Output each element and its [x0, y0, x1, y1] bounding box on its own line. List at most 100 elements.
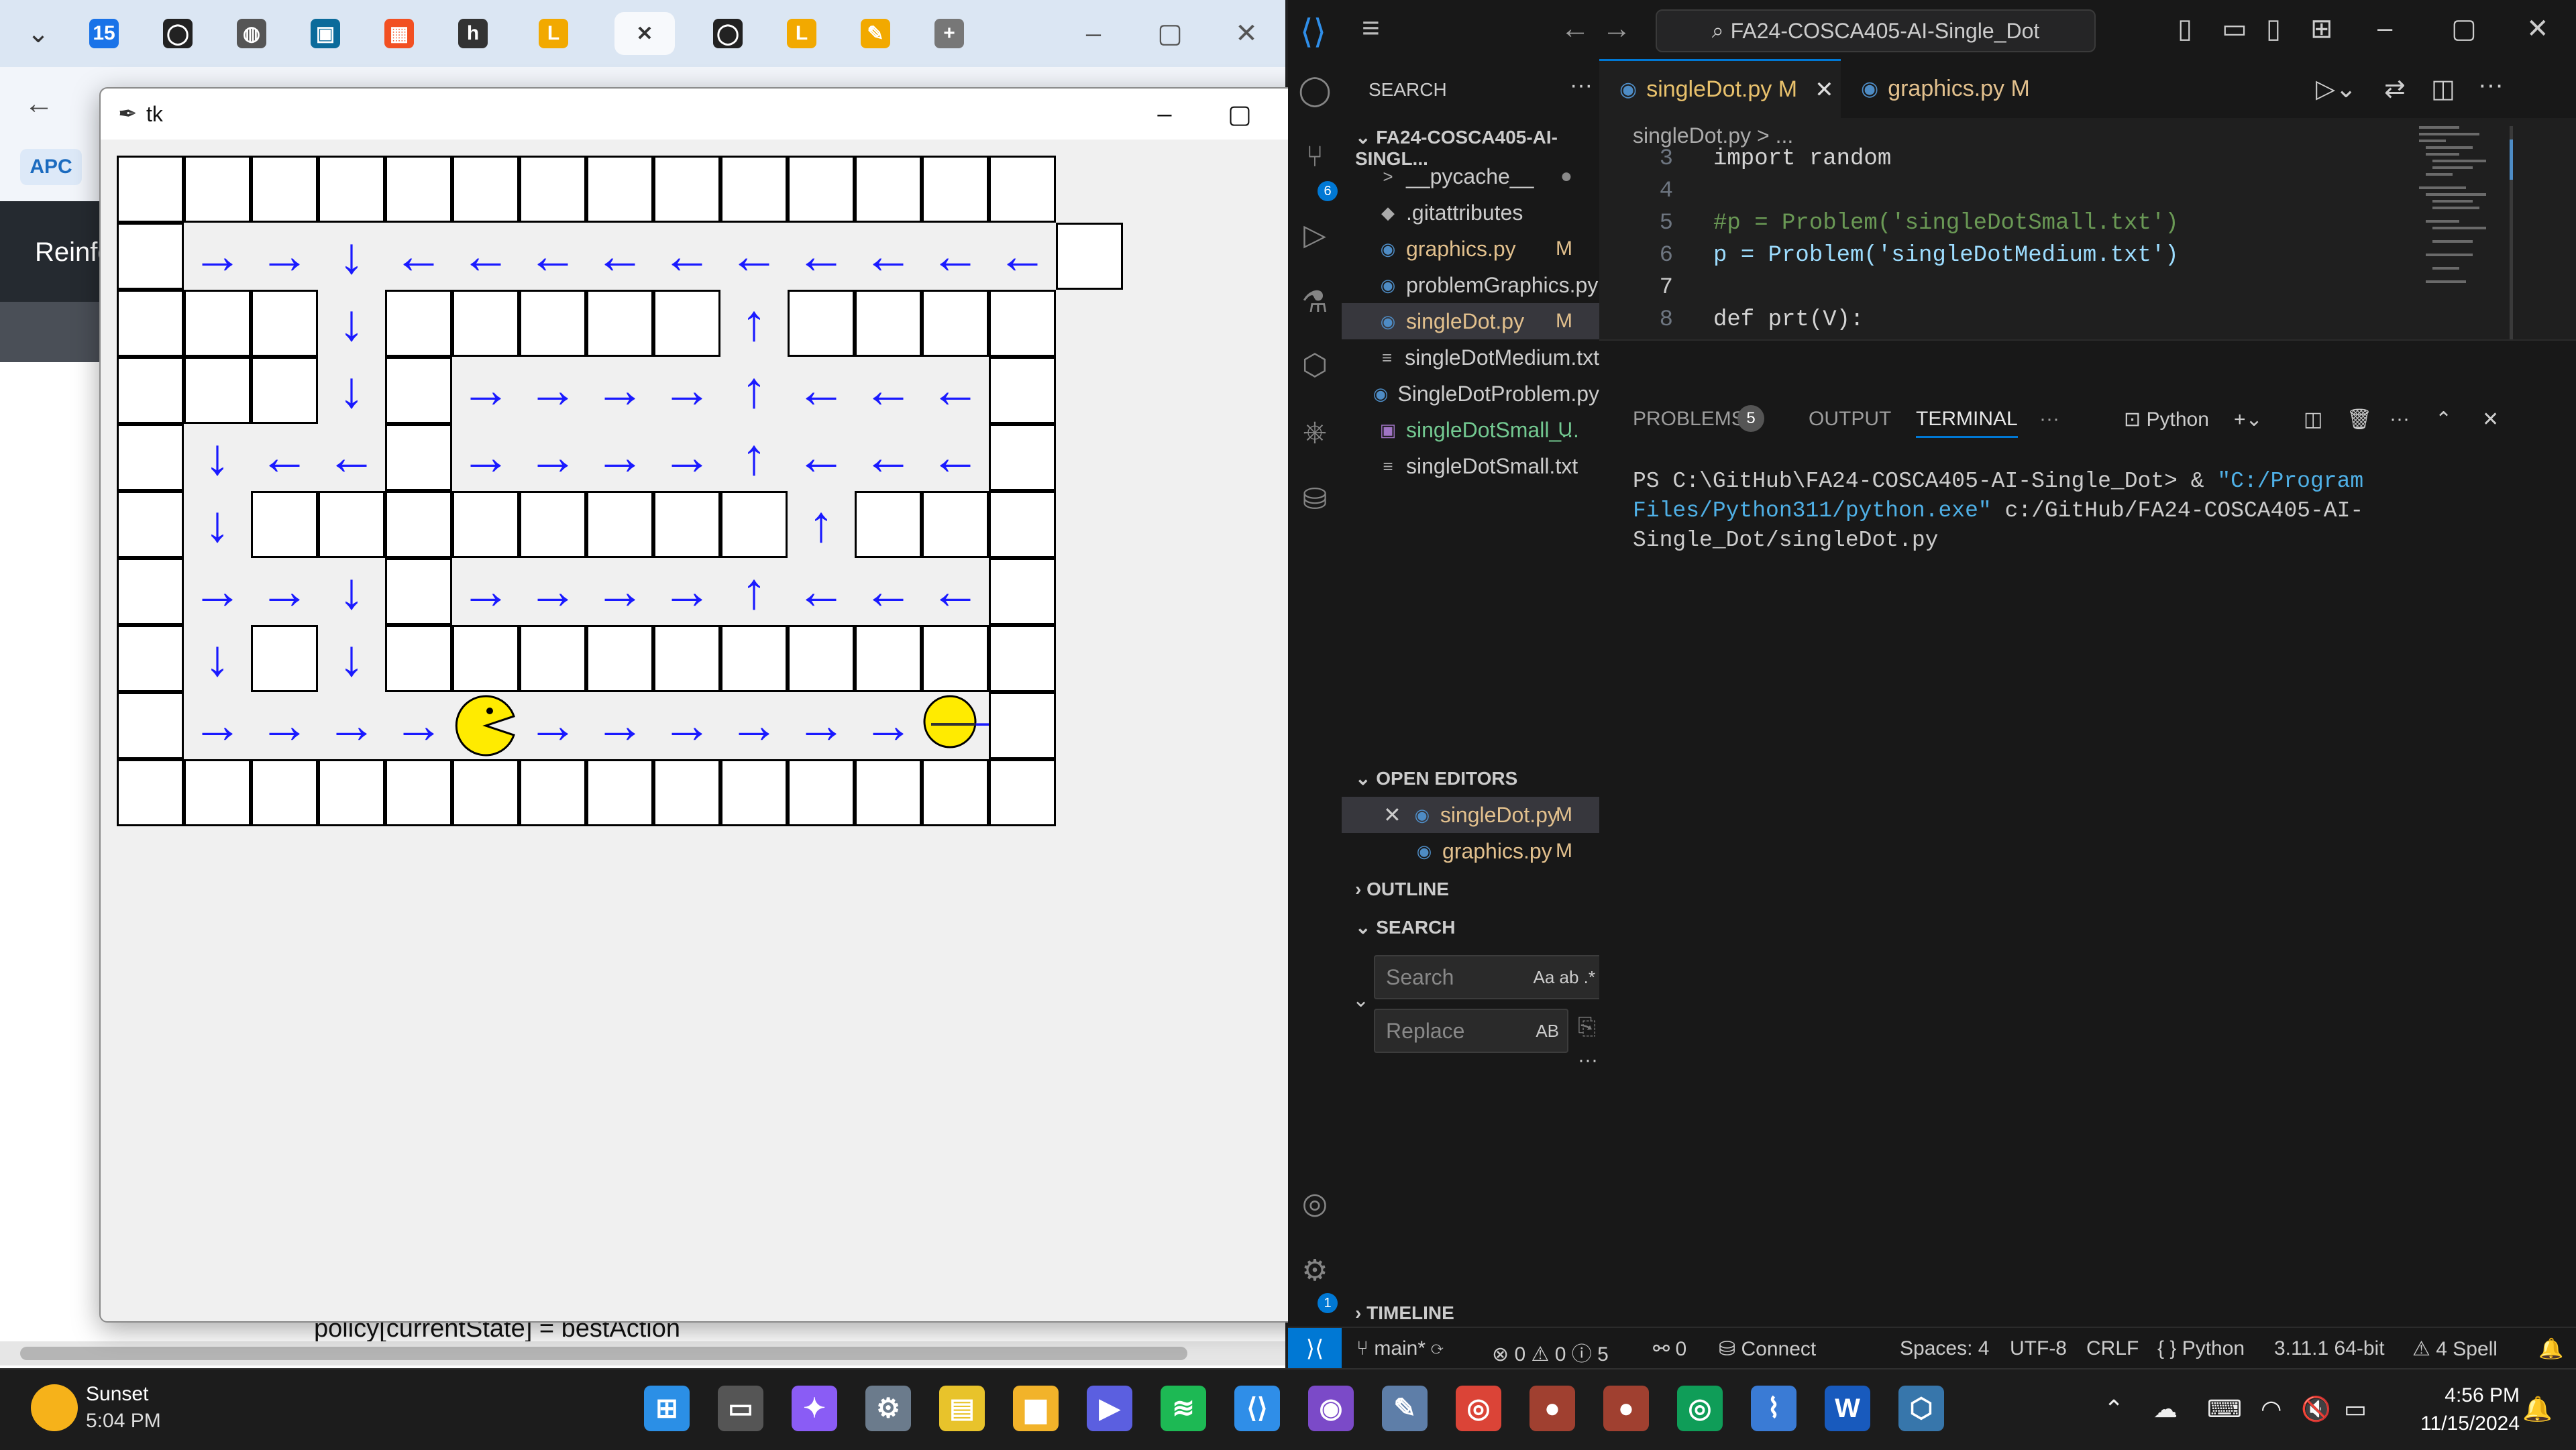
browser-tab[interactable]: ▦ — [369, 12, 429, 55]
weather-sun-icon[interactable] — [31, 1384, 78, 1431]
minimize-button[interactable]: – — [2377, 13, 2392, 44]
bookmark-apc[interactable]: APC — [20, 149, 82, 185]
toggle-panel-icon[interactable]: ▭ — [2222, 13, 2247, 44]
more-panel-tabs-icon[interactable]: ··· — [2039, 408, 2059, 431]
more-terminal-actions-icon[interactable]: ··· — [2390, 408, 2410, 431]
run-debug-icon[interactable]: ▷ — [1297, 217, 1332, 252]
browser-tab[interactable]: ✕ — [614, 12, 675, 55]
sticky-notes-icon[interactable]: ▤ — [939, 1386, 985, 1431]
battery-icon[interactable]: ▭ — [2344, 1395, 2367, 1423]
split-editor-icon[interactable]: ◫ — [2431, 74, 2455, 104]
vscode-icon[interactable]: ⟨⟩ — [1234, 1386, 1280, 1431]
browser-tab[interactable]: ◯ — [698, 12, 758, 55]
more-actions-icon[interactable]: ··· — [1570, 72, 1593, 99]
chrome-icon[interactable]: ◎ — [1456, 1386, 1501, 1431]
search-options[interactable]: Aa ab .* — [1533, 967, 1595, 988]
timeline-header[interactable]: › TIMELINE — [1355, 1302, 1454, 1324]
tab-graphics[interactable]: ◉ graphics.py M — [1841, 59, 2069, 118]
remote-indicator-icon[interactable]: ⟩⟨ — [1288, 1328, 1342, 1370]
toggle-secondary-sidebar-icon[interactable]: ▯ — [2266, 13, 2281, 44]
browser-tab[interactable]: ◯ — [148, 12, 208, 55]
notepad-icon[interactable]: ✎ — [1382, 1386, 1428, 1431]
word-icon[interactable]: W — [1825, 1386, 1870, 1431]
source-control-icon[interactable]: ⑂ — [1297, 140, 1332, 174]
encoding-status[interactable]: UTF-8 — [2010, 1337, 2067, 1360]
media-icon[interactable]: ▶ — [1087, 1386, 1132, 1431]
file-item[interactable]: ≡ singleDotMedium.txt — [1342, 339, 1599, 376]
manage-gear-icon[interactable]: ⚙ — [1297, 1253, 1332, 1288]
weather-label[interactable]: Sunset — [86, 1383, 148, 1406]
split-terminal-icon[interactable]: ◫ — [2304, 408, 2322, 431]
sync-icon[interactable]: ⟳ — [1431, 1337, 1443, 1359]
file-item[interactable]: > __pycache__ ● — [1342, 158, 1599, 194]
open-editor-item[interactable]: ✕ ◉ singleDot.py M — [1342, 797, 1599, 833]
spell-status[interactable]: ⚠ 4 Spell — [2412, 1337, 2498, 1361]
database-icon[interactable]: ⛁ — [1297, 482, 1332, 516]
open-editors-header[interactable]: ⌄ OPEN EDITORS — [1355, 767, 1517, 789]
onedrive-icon[interactable]: ☁ — [2153, 1395, 2178, 1423]
more-search-options-icon[interactable]: ··· — [1578, 1049, 1598, 1072]
minimize-button[interactable]: – — [1067, 13, 1120, 54]
show-hidden-icons[interactable]: ⌃ — [2104, 1395, 2124, 1423]
maximize-button[interactable]: ▢ — [1143, 13, 1197, 54]
open-editor-item[interactable]: ◉ graphics.py M — [1342, 833, 1599, 869]
menu-icon[interactable]: ≡ — [1362, 9, 1380, 46]
tk-titlebar[interactable]: ✒ tk – ▢ ✕ — [101, 89, 1328, 140]
close-button[interactable]: ✕ — [2526, 13, 2549, 44]
app-icon-2[interactable]: ● — [1603, 1386, 1649, 1431]
customize-layout-icon[interactable]: ⊞ — [2310, 13, 2333, 44]
browser-tab[interactable]: L — [771, 12, 832, 55]
minimap[interactable] — [2412, 126, 2513, 374]
back-icon[interactable]: ← — [24, 87, 54, 121]
problems-status[interactable]: ⊗ 0 ⚠ 0 ⓘ 5 — [1492, 1337, 1609, 1367]
terminal-output[interactable]: PS C:\GitHub\FA24-COSCA405-AI-Single_Dot… — [1633, 467, 2545, 555]
file-item[interactable]: ▣ singleDotSmall_... U — [1342, 412, 1599, 448]
file-item[interactable]: ◆ .gitattributes — [1342, 194, 1599, 231]
tab-output[interactable]: OUTPUT — [1809, 408, 1891, 431]
toggle-sidebar-icon[interactable]: ▯ — [2178, 13, 2192, 44]
browser-tab[interactable]: ◍ — [221, 12, 282, 55]
search-section-header[interactable]: ⌄ SEARCH — [1355, 916, 1455, 938]
toggle-replace-icon[interactable]: ⌄ — [1352, 989, 1369, 1012]
remote-icon[interactable]: ⎈ — [1297, 414, 1332, 449]
forward-icon[interactable]: → — [1602, 12, 1631, 46]
github-desktop-icon[interactable]: ◉ — [1308, 1386, 1354, 1431]
ports-status[interactable]: ⚯ 0 — [1653, 1337, 1686, 1361]
replace-input[interactable]: Replace AB — [1374, 1009, 1568, 1053]
chrome-icon-2[interactable]: ◎ — [1677, 1386, 1723, 1431]
close-icon[interactable]: ✕ — [1383, 802, 1401, 828]
settings-icon[interactable]: ⚙ — [865, 1386, 911, 1431]
search-input[interactable]: Search Aa ab .* — [1374, 955, 1605, 999]
tab-terminal[interactable]: TERMINAL — [1916, 408, 2018, 438]
file-item[interactable]: ◉ singleDot.py M — [1342, 303, 1599, 339]
outline-header[interactable]: › OUTLINE — [1355, 879, 1449, 900]
close-panel-icon[interactable]: ✕ — [2482, 408, 2499, 431]
file-item[interactable]: ◉ graphics.py M — [1342, 231, 1599, 267]
terminal-shell-selector[interactable]: ⊡ Python — [2124, 408, 2209, 431]
eol-status[interactable]: CRLF — [2086, 1337, 2139, 1360]
interpreter-status[interactable]: 3.11.1 64-bit — [2274, 1337, 2385, 1360]
volume-muted-icon[interactable]: 🔇 — [2301, 1395, 2331, 1423]
browser-tab[interactable]: L — [523, 12, 584, 55]
python-env-icon[interactable]: ⬡ — [1297, 347, 1332, 382]
command-center-search[interactable]: ⌕ FA24-COSCA405-AI-Single_Dot — [1656, 9, 2096, 52]
browser-tab[interactable]: ▣ — [295, 12, 356, 55]
copilot-icon[interactable]: ✦ — [792, 1386, 837, 1431]
file-item[interactable]: ≡ singleDotSmall.txt — [1342, 448, 1599, 484]
tk-minimize-button[interactable]: – — [1131, 94, 1198, 134]
tab-problems[interactable]: PROBLEMS — [1633, 408, 1745, 431]
account-icon[interactable]: ◎ — [1297, 1186, 1332, 1221]
explorer-icon[interactable]: ◯ — [1297, 72, 1332, 107]
branch-status[interactable]: ⑂ main* ⟳ — [1356, 1337, 1443, 1360]
keyboard-icon[interactable]: ⌨ — [2207, 1395, 2242, 1423]
tab-dropdown-button[interactable]: ⌄ — [8, 12, 68, 55]
file-item[interactable]: ◉ problemGraphics.py — [1342, 267, 1599, 303]
spotify-icon[interactable]: ≋ — [1161, 1386, 1206, 1431]
task-view-icon[interactable]: ▭ — [718, 1386, 763, 1431]
preserve-case-option[interactable]: AB — [1536, 1021, 1559, 1042]
python-icon[interactable]: ⬡ — [1898, 1386, 1944, 1431]
tk-maximize-button[interactable]: ▢ — [1206, 94, 1273, 134]
wifi-icon[interactable]: ◠ — [2261, 1395, 2282, 1423]
start-icon[interactable]: ⊞ — [644, 1386, 690, 1431]
file-item[interactable]: ◉ SingleDotProblem.py — [1342, 376, 1599, 412]
